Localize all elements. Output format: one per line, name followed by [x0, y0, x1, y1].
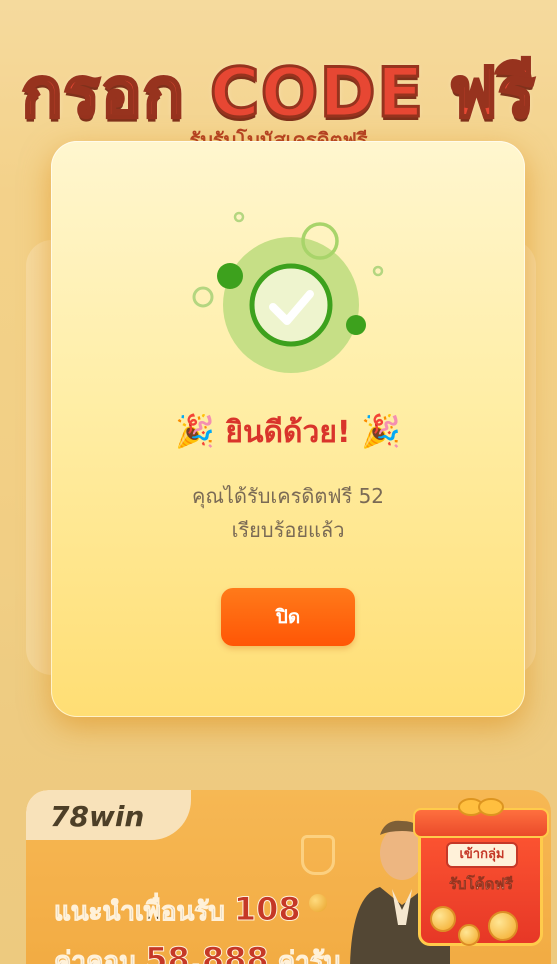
- dialog-message-line1: คุณได้รับเครดิตฟรี 52: [191, 484, 385, 508]
- dialog-message-line2: เรียบร้อยแล้ว: [231, 518, 345, 542]
- check-circle-icon: [192, 211, 384, 373]
- dialog-message: คุณได้รับเครดิตฟรี 52 เรียบร้อยแล้ว: [91, 479, 485, 547]
- dialog-title-text: ยินดีด้วย!: [225, 415, 351, 450]
- party-popper-icon: 🎉: [361, 412, 401, 450]
- success-dialog: 🎉 ยินดีด้วย! 🎉 คุณได้รับเครดิตฟรี 52 เรี…: [51, 141, 525, 717]
- close-button[interactable]: ปิด: [221, 588, 355, 646]
- party-popper-icon: 🎉: [175, 412, 215, 450]
- dialog-title: 🎉 ยินดีด้วย! 🎉: [51, 409, 525, 456]
